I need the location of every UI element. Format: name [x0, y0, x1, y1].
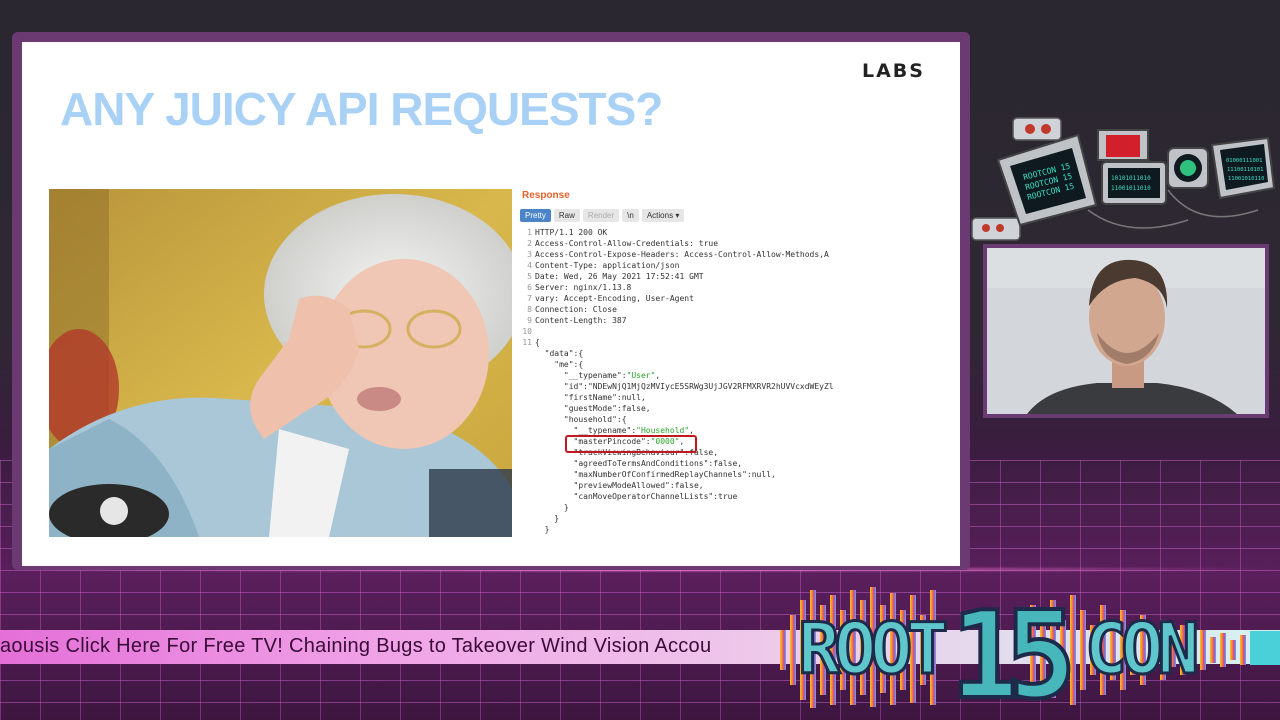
line-number: 8	[527, 305, 532, 314]
line-number: 2	[527, 239, 532, 248]
sound-wave-graphic: ROOT 15 CON	[780, 585, 1280, 720]
line-text: "me":{	[535, 360, 584, 369]
line-text: "canMoveOperatorChannelLists":true	[535, 492, 738, 501]
code-line: 2 Access-Control-Allow-Credentials: true	[518, 238, 854, 249]
master-pincode-highlight	[565, 435, 697, 453]
code-line: }	[518, 524, 854, 535]
line-number: 10	[522, 327, 532, 336]
tab-render[interactable]: Render	[582, 209, 620, 222]
line-number: 11	[522, 338, 532, 347]
speaker-webcam	[987, 248, 1265, 414]
line-number: 4	[527, 261, 532, 270]
line-text: "agreedToTermsAndConditions":false,	[535, 459, 743, 468]
elderly-woman-image	[49, 189, 512, 537]
svg-text:CON: CON	[1085, 608, 1196, 690]
code-line: "maxNumberOfConfirmedReplayChannels":nul…	[518, 469, 854, 480]
code-line: 7 vary: Accept-Encoding, User-Agent	[518, 293, 854, 304]
code-line: "previewModeAllowed":false,	[518, 480, 854, 491]
response-view-tabs: Pretty Raw Render \n Actions ▾	[520, 209, 685, 222]
actions-label: Actions	[646, 211, 674, 220]
code-line: 8 Connection: Close	[518, 304, 854, 315]
code-line: "data":{	[518, 348, 854, 359]
code-line: 4 Content-Type: application/json	[518, 260, 854, 271]
tab-pretty[interactable]: Pretty	[520, 209, 551, 222]
line-text: Content-Length: 387	[535, 316, 627, 325]
svg-text:01000111001: 01000111001	[1226, 158, 1262, 164]
robot-monitor-icon: ROOTCON 15 ROOTCON 15 ROOTCON 15	[996, 133, 1098, 227]
line-text: {	[535, 338, 540, 347]
code-line: 11{	[518, 337, 854, 348]
svg-text:15: 15	[950, 587, 1069, 710]
response-label: Response	[522, 190, 570, 201]
svg-text:ROOT: ROOT	[798, 608, 946, 690]
code-line: "firstName":null,	[518, 392, 854, 403]
line-text: Access-Control-Allow-Credentials: true	[535, 239, 719, 248]
labs-logo: LABS	[862, 60, 925, 82]
meme-photo	[49, 189, 512, 537]
line-number: 6	[527, 283, 532, 292]
line-text: "previewModeAllowed":false,	[535, 481, 704, 490]
code-line: 5 Date: Wed, 26 May 2021 17:52:41 GMT	[518, 271, 854, 282]
ticker-text: aousis Click Here For Free TV! Chaining …	[0, 635, 712, 657]
line-number: 7	[527, 294, 532, 303]
tab-raw[interactable]: Raw	[553, 209, 580, 222]
http-response-panel: Response Pretty Raw Render \n Actions ▾ …	[518, 187, 854, 537]
svg-text:11001011010: 11001011010	[1111, 185, 1151, 192]
code-line: "canMoveOperatorChannelLists":true	[518, 491, 854, 502]
line-text: Content-Type: application/json	[535, 261, 680, 270]
code-line: 9 Content-Length: 387	[518, 315, 854, 326]
line-text: Access-Control-Expose-Headers: Access-Co…	[535, 250, 829, 259]
line-text: "__typename":"User",	[535, 371, 661, 380]
line-text: "data":{	[535, 349, 584, 358]
code-line: "id":"NDEwNjQ1MjQzMVIycE5SRWg3UjJGV2RFMX…	[518, 381, 854, 392]
rootcon15-logo: ROOT 15 CON	[780, 585, 1280, 720]
chevron-down-icon: ▾	[675, 211, 680, 220]
line-text: }	[535, 525, 550, 534]
line-number: 1	[527, 228, 532, 237]
robot-right-monitor-icon: 01000111001 11100110101 11001010110	[1210, 136, 1276, 200]
svg-text:11100110101: 11100110101	[1227, 167, 1263, 173]
code-line: "__typename":"User",	[518, 370, 854, 381]
robot-eye-icon	[1167, 147, 1209, 189]
tab-newline-toggle[interactable]: \n	[622, 209, 639, 222]
code-line: 6 Server: nginx/1.13.8	[518, 282, 854, 293]
line-text: Server: nginx/1.13.8	[535, 283, 632, 292]
line-number: 3	[527, 250, 532, 259]
code-line: }	[518, 513, 854, 524]
line-text: "guestMode":false,	[535, 404, 651, 413]
line-text: }	[535, 514, 560, 523]
line-text: "__typename":"Household",	[535, 426, 694, 435]
line-text: "id":"NDEwNjQ1MjQzMVIycE5SRWg3UjJGV2RFMX…	[535, 382, 834, 391]
robot-middle-icon: 10101011010 11001011010	[1097, 129, 1167, 205]
line-text: HTTP/1.1 200 OK	[535, 228, 608, 237]
line-number: 5	[527, 272, 532, 281]
slide-title: ANY JUICY API REQUESTS?	[60, 83, 663, 135]
svg-text:11001010110: 11001010110	[1228, 176, 1264, 182]
line-text: "maxNumberOfConfirmedReplayChannels":nul…	[535, 470, 776, 479]
code-line: "household":{	[518, 414, 854, 425]
line-text: Connection: Close	[535, 305, 617, 314]
code-line: "me":{	[518, 359, 854, 370]
line-text: vary: Accept-Encoding, User-Agent	[535, 294, 694, 303]
presentation-slide: ANY JUICY API REQUESTS? LABS Response Pr…	[22, 42, 960, 566]
code-line: }	[518, 502, 854, 513]
code-line: 10	[518, 326, 854, 337]
speaker-person-image	[987, 248, 1265, 414]
code-line: 1 HTTP/1.1 200 OK	[518, 227, 854, 238]
line-number: 9	[527, 316, 532, 325]
line-text: "household":{	[535, 415, 627, 424]
line-text: "firstName":null,	[535, 393, 646, 402]
svg-text:10101011010: 10101011010	[1111, 175, 1151, 182]
tab-actions[interactable]: Actions ▾	[641, 209, 685, 222]
response-code-view: 1 HTTP/1.1 200 OK 2 Access-Control-Allow-Cr…	[518, 227, 854, 535]
code-line: "agreedToTermsAndConditions":false,	[518, 458, 854, 469]
line-text: Date: Wed, 26 May 2021 17:52:41 GMT	[535, 272, 704, 281]
line-text: }	[535, 503, 569, 512]
code-line: "guestMode":false,	[518, 403, 854, 414]
code-line: 3 Access-Control-Expose-Headers: Access-C…	[518, 249, 854, 260]
rootcon-robots-illustration: ROOTCON 15 ROOTCON 15 ROOTCON 15 1010101…	[968, 110, 1280, 250]
